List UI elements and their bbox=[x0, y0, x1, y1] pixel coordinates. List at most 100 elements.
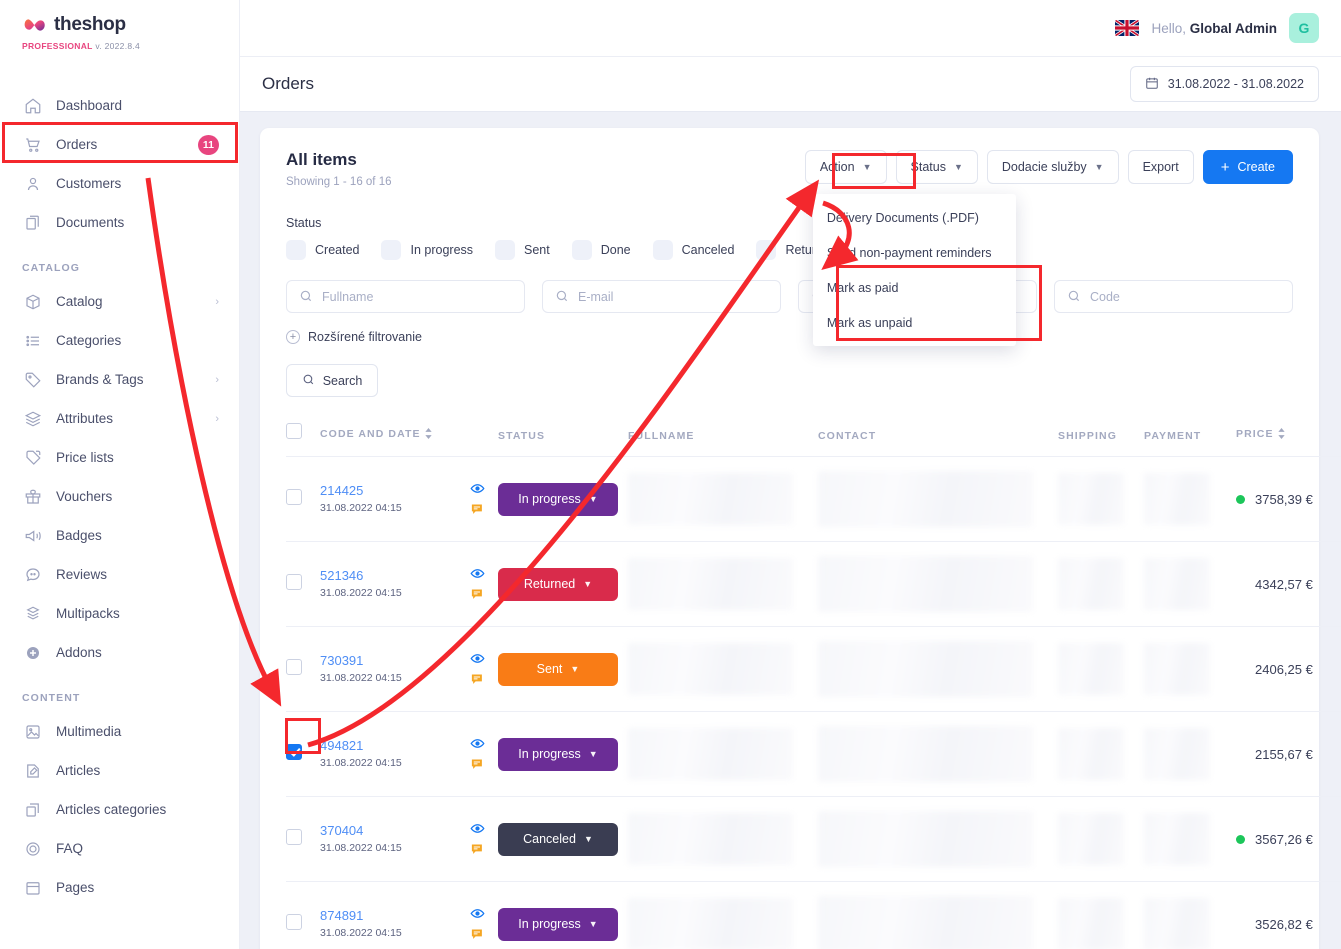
table-row[interactable]: 874891 31.08.2022 04:15 In progress ▼ 3526,8… bbox=[286, 881, 1341, 949]
status-checkbox-canceled[interactable]: Canceled bbox=[652, 240, 734, 260]
sidebar-item-price-lists[interactable]: Price lists bbox=[0, 438, 239, 477]
row-checkbox[interactable] bbox=[286, 573, 302, 590]
sidebar-item-dashboard[interactable]: Dashboard bbox=[0, 86, 239, 125]
email-input[interactable] bbox=[542, 280, 781, 313]
status-checkbox-created[interactable]: Created bbox=[286, 240, 359, 260]
eye-icon[interactable] bbox=[470, 566, 485, 581]
order-code-link[interactable]: 521346 bbox=[320, 568, 470, 583]
order-code-link[interactable]: 214425 bbox=[320, 483, 470, 498]
export-button[interactable]: Export bbox=[1127, 150, 1194, 184]
sidebar-item-reviews[interactable]: Reviews bbox=[0, 555, 239, 594]
sidebar-item-addons[interactable]: Addons bbox=[0, 633, 239, 672]
code-input[interactable] bbox=[1054, 280, 1293, 313]
table-row[interactable]: 214425 31.08.2022 04:15 In progress ▼ 3758,3… bbox=[286, 456, 1341, 542]
sort-icon[interactable] bbox=[424, 428, 433, 442]
row-checkbox[interactable] bbox=[286, 913, 302, 930]
status-badge[interactable]: In progress ▼ bbox=[498, 737, 618, 771]
action-dropdown-button[interactable]: Action ▼ bbox=[804, 150, 887, 184]
col-contact: CONTACT bbox=[818, 423, 1058, 457]
chat-icon[interactable] bbox=[470, 587, 485, 602]
sidebar-item-vouchers[interactable]: Vouchers bbox=[0, 477, 239, 516]
eye-icon[interactable] bbox=[470, 821, 485, 836]
gift-icon bbox=[22, 486, 44, 508]
chat-icon[interactable] bbox=[470, 757, 485, 772]
sidebar-item-label: Vouchers bbox=[56, 489, 113, 504]
menu-item-mark-as-paid[interactable]: Mark as paid bbox=[813, 270, 1016, 305]
row-payment-cell bbox=[1144, 881, 1236, 949]
status-badge[interactable]: Sent ▼ bbox=[498, 652, 618, 686]
brand-logo[interactable]: theshop PROFESSIONAL v. 2022.8.4 bbox=[0, 0, 239, 70]
eye-icon[interactable] bbox=[470, 481, 485, 496]
sidebar-item-faq[interactable]: FAQ bbox=[0, 829, 239, 868]
row-checkbox[interactable] bbox=[286, 488, 302, 505]
avatar[interactable]: G bbox=[1289, 13, 1319, 43]
sidebar-item-pages[interactable]: Pages bbox=[0, 868, 239, 907]
status-badge[interactable]: Canceled ▼ bbox=[498, 822, 618, 856]
table-row[interactable]: 370404 31.08.2022 04:15 Canceled ▼ 3567,26 € bbox=[286, 796, 1341, 882]
status-checkbox-in-progress[interactable]: In progress bbox=[381, 240, 473, 260]
row-checkbox[interactable] bbox=[286, 658, 302, 675]
row-checkbox[interactable] bbox=[286, 828, 302, 845]
status-checkbox-sent[interactable]: Sent bbox=[495, 240, 550, 260]
chevron-down-icon: ▼ bbox=[583, 579, 593, 589]
sidebar-item-brands-tags[interactable]: Brands & Tags › bbox=[0, 360, 239, 399]
delivery-services-dropdown-button[interactable]: Dodacie služby ▼ bbox=[986, 150, 1119, 184]
order-code-link[interactable]: 874891 bbox=[320, 908, 470, 923]
row-icons-cell bbox=[470, 541, 498, 627]
row-checkbox[interactable] bbox=[286, 743, 302, 760]
status-checkbox-done[interactable]: Done bbox=[571, 240, 631, 260]
order-code-link[interactable]: 730391 bbox=[320, 653, 470, 668]
table-row[interactable]: 521346 31.08.2022 04:15 Returned ▼ 4342,57 € bbox=[286, 541, 1341, 627]
sidebar-item-multipacks[interactable]: Multipacks bbox=[0, 594, 239, 633]
chat-icon[interactable] bbox=[470, 927, 485, 942]
sidebar-item-articles-categories[interactable]: Articles categories bbox=[0, 790, 239, 829]
table-row[interactable]: 730391 31.08.2022 04:15 Sent ▼ 2406,25 € bbox=[286, 626, 1341, 712]
advanced-filter-toggle[interactable]: + Rozšírené filtrovanie bbox=[286, 330, 1293, 344]
status-badge[interactable]: In progress ▼ bbox=[498, 907, 618, 941]
date-range-picker[interactable]: 31.08.2022 - 31.08.2022 bbox=[1129, 66, 1319, 102]
chat-icon[interactable] bbox=[470, 842, 485, 857]
sidebar-item-multimedia[interactable]: Multimedia bbox=[0, 712, 239, 751]
eye-icon[interactable] bbox=[470, 906, 485, 921]
sidebar-item-attributes[interactable]: Attributes › bbox=[0, 399, 239, 438]
sort-icon[interactable] bbox=[1277, 428, 1286, 442]
order-code-link[interactable]: 494821 bbox=[320, 738, 470, 753]
uk-flag-icon[interactable] bbox=[1115, 20, 1140, 36]
table-row[interactable]: 494821 31.08.2022 04:15 In progress ▼ 2155,6… bbox=[286, 711, 1341, 797]
select-all-checkbox[interactable] bbox=[286, 423, 302, 439]
row-select-cell bbox=[286, 626, 320, 712]
row-select-cell bbox=[286, 881, 320, 949]
col-status: STATUS bbox=[498, 423, 628, 457]
action-dropdown-label: Action bbox=[819, 160, 855, 174]
sidebar-item-articles[interactable]: Articles bbox=[0, 751, 239, 790]
sidebar-item-label: Documents bbox=[56, 215, 125, 230]
chat-icon[interactable] bbox=[470, 672, 485, 687]
sidebar-item-documents[interactable]: Documents bbox=[0, 203, 239, 242]
col-code-and-date[interactable]: CODE AND DATE bbox=[320, 423, 470, 457]
status-badge[interactable]: In progress ▼ bbox=[498, 482, 618, 516]
sidebar: theshop PROFESSIONAL v. 2022.8.4 Dashboa… bbox=[0, 0, 240, 949]
menu-item-send-non-payment-reminders[interactable]: Send non-payment reminders bbox=[813, 235, 1016, 270]
row-price-cell: 3526,82 € bbox=[1236, 881, 1341, 949]
col-price[interactable]: PRICE bbox=[1236, 423, 1341, 457]
sidebar-item-orders[interactable]: Orders 11 bbox=[0, 125, 239, 164]
menu-item-mark-as-unpaid[interactable]: Mark as unpaid bbox=[813, 305, 1016, 340]
order-code-link[interactable]: 370404 bbox=[320, 823, 470, 838]
menu-item-delivery-documents[interactable]: Delivery Documents (.PDF) bbox=[813, 200, 1016, 235]
eye-icon[interactable] bbox=[470, 736, 485, 751]
status-badge[interactable]: Returned ▼ bbox=[498, 567, 618, 601]
chat-icon[interactable] bbox=[470, 502, 485, 517]
create-button[interactable]: + Create bbox=[1202, 150, 1293, 184]
order-date: 31.08.2022 04:15 bbox=[320, 586, 402, 599]
status-dropdown-button[interactable]: Status ▼ bbox=[895, 150, 978, 184]
sidebar-item-catalog[interactable]: Catalog › bbox=[0, 282, 239, 321]
search-button[interactable]: Search bbox=[286, 364, 378, 397]
sidebar-item-badges[interactable]: Badges bbox=[0, 516, 239, 555]
fullname-filter bbox=[286, 280, 525, 313]
sidebar-item-customers[interactable]: Customers bbox=[0, 164, 239, 203]
all-items-title: All items bbox=[286, 150, 357, 169]
fullname-input[interactable] bbox=[286, 280, 525, 313]
row-status-cell: In progress ▼ bbox=[498, 711, 628, 797]
eye-icon[interactable] bbox=[470, 651, 485, 666]
sidebar-item-categories[interactable]: Categories bbox=[0, 321, 239, 360]
